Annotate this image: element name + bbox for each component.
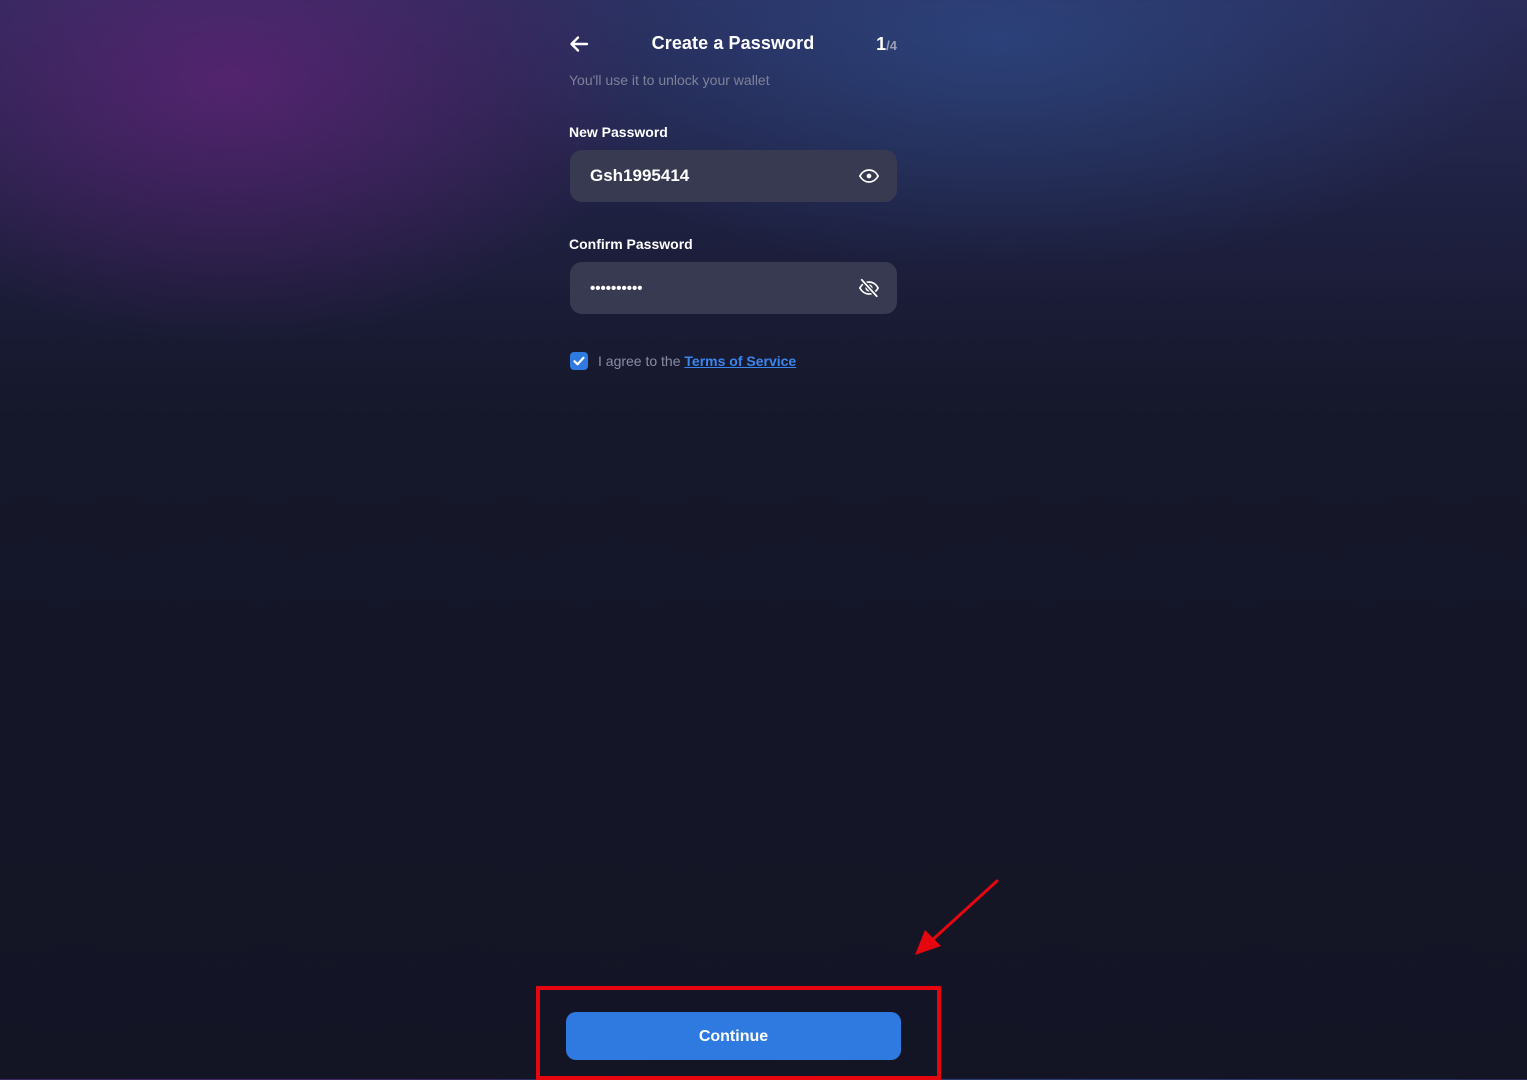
step-indicator: 1/4 bbox=[876, 34, 897, 55]
page-subtitle: You'll use it to unlock your wallet bbox=[569, 72, 770, 88]
annotation-arrow bbox=[905, 872, 1005, 962]
new-password-label: New Password bbox=[569, 124, 668, 140]
terms-checkbox[interactable] bbox=[570, 352, 588, 370]
new-password-input[interactable] bbox=[590, 150, 850, 202]
step-current: 1 bbox=[876, 34, 887, 54]
step-total: /4 bbox=[886, 38, 897, 53]
continue-button[interactable]: Continue bbox=[566, 1012, 901, 1060]
terms-agreement: I agree to the Terms of Service bbox=[570, 352, 900, 372]
hide-password-toggle[interactable] bbox=[858, 277, 880, 299]
checkmark-icon bbox=[573, 356, 585, 366]
show-password-toggle[interactable] bbox=[858, 165, 880, 187]
eye-off-icon bbox=[858, 277, 880, 299]
confirm-password-field bbox=[570, 262, 897, 314]
page-title: Create a Password bbox=[651, 33, 815, 53]
new-password-field bbox=[570, 150, 897, 202]
header: Create a Password 1/4 bbox=[569, 30, 897, 60]
eye-icon bbox=[858, 169, 880, 183]
terms-text: I agree to the Terms of Service bbox=[598, 353, 796, 369]
confirm-password-label: Confirm Password bbox=[569, 236, 693, 252]
terms-prefix: I agree to the bbox=[598, 353, 685, 369]
terms-of-service-link[interactable]: Terms of Service bbox=[684, 353, 796, 369]
confirm-password-input[interactable] bbox=[590, 262, 850, 314]
